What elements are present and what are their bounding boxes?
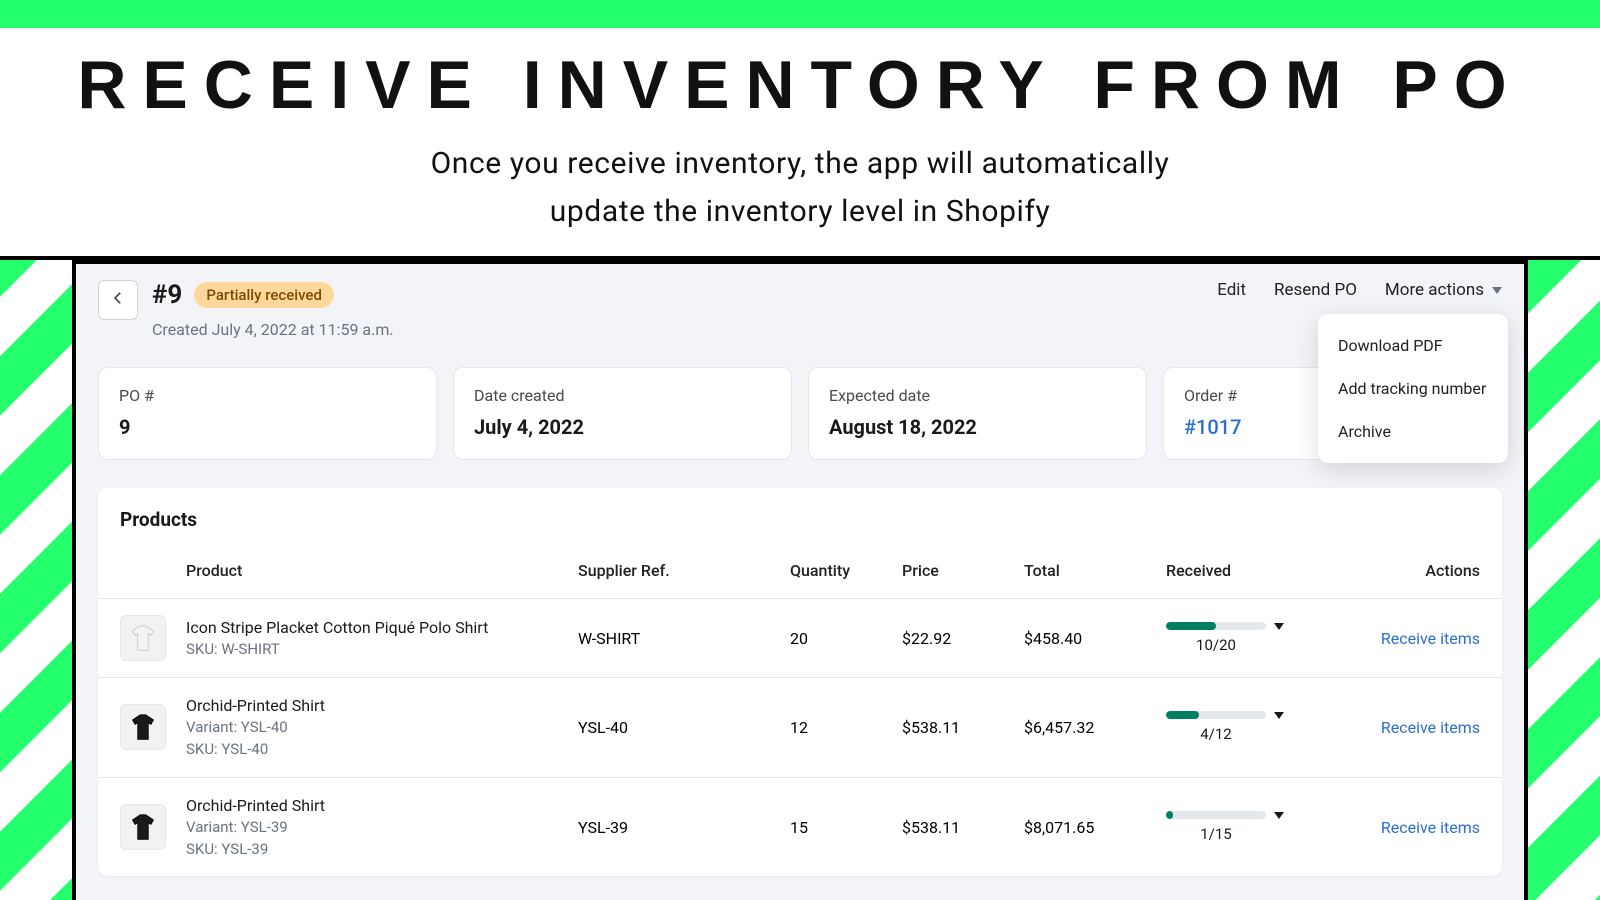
product-thumbnail [120,804,166,850]
chevron-down-icon [1274,812,1284,819]
chevron-down-icon [1274,712,1284,719]
chevron-down-icon [1492,287,1502,294]
table-row: Orchid-Printed Shirt Variant: YSL-40 SKU… [98,677,1502,777]
product-thumbnail [120,615,166,661]
created-timestamp: Created July 4, 2022 at 11:59 a.m. [152,320,394,339]
hero-banner: RECEIVE INVENTORY FROM PO Once you recei… [0,0,1600,260]
table-header-row: Product Supplier Ref. Quantity Price Tot… [98,549,1502,598]
col-ref: Supplier Ref. [578,561,778,580]
received-count: 1/15 [1166,825,1266,843]
table-row: Icon Stripe Placket Cotton Piqué Polo Sh… [98,598,1502,677]
card-value: July 4, 2022 [474,415,771,439]
product-sku: SKU: W-SHIRT [186,639,566,661]
more-actions-menu: Download PDF Add tracking number Archive [1318,314,1508,463]
cell-supplier-ref: W-SHIRT [578,629,778,648]
table-row: Orchid-Printed Shirt Variant: YSL-39 SKU… [98,777,1502,877]
cell-price: $22.92 [902,629,1012,648]
cell-supplier-ref: YSL-39 [578,818,778,837]
card-label: Expected date [829,386,1126,405]
received-count: 10/20 [1166,636,1266,654]
card-value: 9 [119,415,416,439]
card-label: Date created [474,386,771,405]
col-received: Received [1166,561,1346,580]
status-badge: Partially received [194,282,334,308]
back-button[interactable] [98,280,138,320]
product-variant: Variant: YSL-40 [186,717,566,739]
resend-po-button[interactable]: Resend PO [1274,280,1357,300]
received-progress[interactable] [1166,622,1346,630]
receive-items-button[interactable]: Receive items [1381,818,1480,837]
hero-title: RECEIVE INVENTORY FROM PO [0,46,1600,124]
cell-total: $6,457.32 [1024,718,1154,737]
products-table: Products Product Supplier Ref. Quantity … [98,488,1502,876]
receive-items-button[interactable]: Receive items [1381,629,1480,648]
summary-card-expected: Expected date August 18, 2022 [808,367,1147,460]
product-name: Orchid-Printed Shirt [186,694,566,717]
more-actions-button[interactable]: More actions [1385,280,1502,300]
received-count: 4/12 [1166,725,1266,743]
page-title: #9 [152,280,182,310]
cell-supplier-ref: YSL-40 [578,718,778,737]
arrow-left-icon [109,288,127,312]
cell-quantity: 20 [790,629,890,648]
cell-quantity: 12 [790,718,890,737]
product-sku: SKU: YSL-39 [186,839,566,861]
col-total: Total [1024,561,1154,580]
cell-price: $538.11 [902,818,1012,837]
received-progress[interactable] [1166,711,1346,719]
menu-download-pdf[interactable]: Download PDF [1318,324,1508,367]
summary-card-po: PO # 9 [98,367,437,460]
received-progress[interactable] [1166,811,1346,819]
col-product: Product [186,561,566,580]
product-thumbnail [120,704,166,750]
edit-button[interactable]: Edit [1217,280,1246,300]
section-title: Products [98,488,1502,549]
chevron-down-icon [1274,623,1284,630]
col-price: Price [902,561,1012,580]
hero-subtitle: Once you receive inventory, the app will… [0,140,1600,236]
product-name: Orchid-Printed Shirt [186,794,566,817]
col-actions: Actions [1358,561,1480,580]
product-sku: SKU: YSL-40 [186,739,566,761]
product-variant: Variant: YSL-39 [186,817,566,839]
summary-card-created: Date created July 4, 2022 [453,367,792,460]
card-label: PO # [119,386,416,405]
receive-items-button[interactable]: Receive items [1381,718,1480,737]
card-value: August 18, 2022 [829,415,1126,439]
menu-add-tracking[interactable]: Add tracking number [1318,367,1508,410]
cell-total: $458.40 [1024,629,1154,648]
app-panel: #9 Partially received Created July 4, 20… [72,260,1528,900]
menu-archive[interactable]: Archive [1318,410,1508,453]
cell-price: $538.11 [902,718,1012,737]
product-name: Icon Stripe Placket Cotton Piqué Polo Sh… [186,616,566,639]
cell-total: $8,071.65 [1024,818,1154,837]
col-qty: Quantity [790,561,890,580]
cell-quantity: 15 [790,818,890,837]
